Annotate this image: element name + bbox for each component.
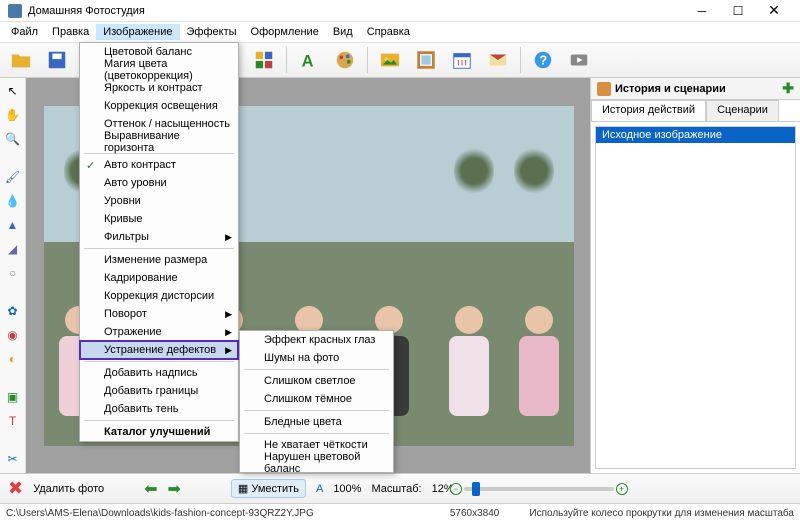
frame-button[interactable] (409, 45, 443, 75)
menubar: ФайлПравкаИзображениеЭффектыОформлениеВи… (0, 22, 800, 42)
status-path: C:\Users\AMS-Elena\Downloads\kids-fashio… (6, 508, 314, 519)
help-button[interactable]: ? (526, 45, 560, 75)
text-button[interactable]: A (292, 45, 326, 75)
tab-0[interactable]: История действий (591, 100, 706, 121)
app-title: Домашняя Фотостудия (28, 5, 684, 17)
zoom-actual-icon[interactable]: A (316, 483, 323, 495)
menu-item[interactable]: Фильтры▶ (80, 228, 238, 246)
menu-item[interactable]: Яркость и контраст (80, 79, 238, 97)
status-hint: Используйте колесо прокрутки для изменен… (529, 508, 794, 519)
image-menu-dropdown: Цветовой балансМагия цвета (цветокоррекц… (79, 42, 239, 442)
menu-item[interactable]: Добавить надпись (80, 364, 238, 382)
book-icon (597, 82, 611, 96)
menu-item[interactable]: Выравнивание горизонта (80, 133, 238, 151)
next-button[interactable]: ➡ (168, 479, 181, 499)
video-button[interactable] (562, 45, 596, 75)
postcard-button[interactable] (481, 45, 515, 75)
menu-item[interactable]: Магия цвета (цветокоррекция) (80, 61, 238, 79)
zoom-out-button[interactable]: − (450, 483, 462, 495)
prev-button[interactable]: ⬅ (144, 479, 157, 499)
svg-text:?: ? (539, 53, 547, 68)
defects-submenu: Эффект красных глазШумы на фото Слишком с… (239, 330, 394, 473)
menu-item[interactable]: Коррекция дисторсии (80, 287, 238, 305)
app-icon (8, 4, 22, 18)
redeye-tool[interactable]: ◉ (4, 326, 22, 344)
clone-tool[interactable]: ✿ (4, 302, 22, 320)
hand-tool[interactable]: ✋ (4, 106, 22, 124)
left-toolbox: ↖ ✋ 🔍 🖌 💧 ▲ ◢ ○ ✿ ◉ ◐ ▣ T ✂ (0, 78, 26, 473)
menu-эффекты[interactable]: Эффекты (180, 24, 244, 40)
delete-icon[interactable]: ✖ (8, 478, 23, 499)
minimize-button[interactable]: ─ (684, 0, 720, 22)
titlebar: Домашняя Фотостудия ─ ☐ ✕ (0, 0, 800, 22)
menu-item[interactable]: Добавить тень (80, 400, 238, 418)
menu-item[interactable]: Авто контраст✓ (80, 156, 238, 174)
menu-справка[interactable]: Справка (360, 24, 417, 40)
delete-label[interactable]: Удалить фото (33, 483, 104, 495)
zoom-slider[interactable]: − + (464, 487, 614, 491)
montage-button[interactable] (373, 45, 407, 75)
status-bar: C:\Users\AMS-Elena\Downloads\kids-fashio… (0, 503, 800, 523)
palette-button[interactable] (328, 45, 362, 75)
dodge-tool[interactable]: ○ (4, 264, 22, 282)
menu-правка[interactable]: Правка (45, 24, 96, 40)
zoom-thumb[interactable] (472, 482, 480, 496)
crop-tool[interactable]: ✂ (4, 450, 22, 468)
zoom-tool[interactable]: 🔍 (4, 130, 22, 148)
panel-title: История и сценарии (615, 83, 726, 95)
fit-button[interactable]: ▦ Уместить (231, 479, 306, 498)
menu-оформление[interactable]: Оформление (244, 24, 326, 40)
zoom-in-button[interactable]: + (616, 483, 628, 495)
close-button[interactable]: ✕ (756, 0, 792, 22)
svg-text:A: A (302, 52, 314, 70)
menu-item[interactable]: Отражение▶ (80, 323, 238, 341)
menu-item[interactable]: Каталог улучшений (80, 423, 238, 441)
calendar-button[interactable] (445, 45, 479, 75)
add-scenario-button[interactable]: ✚ (782, 80, 794, 97)
save-button[interactable] (40, 45, 74, 75)
right-panel: История и сценарии ✚ История действийСце… (590, 78, 800, 473)
menu-item[interactable]: Кривые (80, 210, 238, 228)
menu-item[interactable]: Авто уровни (80, 174, 238, 192)
submenu-item[interactable]: Нарушен цветовой баланс (240, 454, 393, 472)
history-list[interactable]: Исходное изображение (595, 126, 796, 469)
fit-icon: ▦ (238, 482, 248, 495)
menu-item[interactable]: Коррекция освещения (80, 97, 238, 115)
menu-item[interactable]: Уровни (80, 192, 238, 210)
history-item[interactable]: Исходное изображение (596, 127, 795, 143)
stamp-tool[interactable]: ▣ (4, 388, 22, 406)
status-dims: 5760x3840 (450, 508, 500, 519)
scale-label: Масштаб: (371, 483, 421, 495)
submenu-item[interactable]: Эффект красных глаз (240, 331, 393, 349)
submenu-item[interactable]: Слишком светлое (240, 372, 393, 390)
smudge-tool[interactable]: ◢ (4, 240, 22, 258)
menu-item[interactable]: Изменение размера (80, 251, 238, 269)
patch-tool[interactable]: ◐ (4, 350, 22, 368)
submenu-item[interactable]: Бледные цвета (240, 413, 393, 431)
menu-item[interactable]: Добавить границы (80, 382, 238, 400)
text-tool[interactable]: T (4, 412, 22, 430)
menu-файл[interactable]: Файл (4, 24, 45, 40)
submenu-item[interactable]: Шумы на фото (240, 349, 393, 367)
menu-вид[interactable]: Вид (326, 24, 360, 40)
submenu-item[interactable]: Слишком тёмное (240, 390, 393, 408)
menu-item[interactable]: Устранение дефектов▶ (80, 341, 238, 359)
menu-item[interactable]: Поворот▶ (80, 305, 238, 323)
drop-tool[interactable]: 💧 (4, 192, 22, 210)
tab-1[interactable]: Сценарии (706, 100, 779, 121)
zoom-text: 100% (333, 483, 361, 495)
catalog-button[interactable] (247, 45, 281, 75)
brush-tool[interactable]: 🖌 (4, 168, 22, 186)
panel-tabs: История действийСценарии (591, 100, 800, 122)
bottom-bar: ✖ Удалить фото ⬅ ➡ ▦ Уместить A 100% Мас… (0, 473, 800, 503)
pointer-tool[interactable]: ↖ (4, 82, 22, 100)
menu-item[interactable]: Кадрирование (80, 269, 238, 287)
maximize-button[interactable]: ☐ (720, 0, 756, 22)
menu-изображение[interactable]: Изображение (96, 24, 179, 40)
sharpen-tool[interactable]: ▲ (4, 216, 22, 234)
open-button[interactable] (4, 45, 38, 75)
